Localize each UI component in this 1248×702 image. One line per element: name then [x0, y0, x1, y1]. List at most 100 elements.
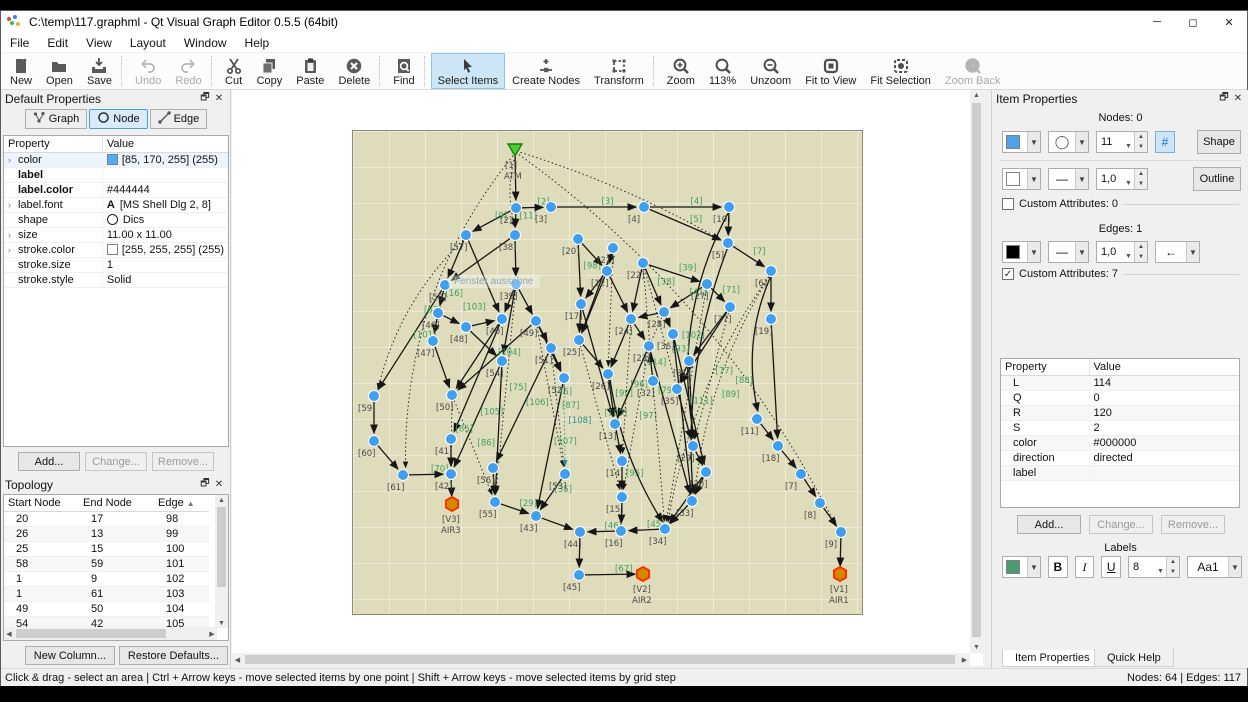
restore-defaults-button[interactable]: Restore Defaults...: [119, 646, 228, 665]
menu-layout[interactable]: Layout: [121, 34, 175, 52]
graph-node-49[interactable]: [49]: [520, 316, 542, 340]
underline-button[interactable]: U: [1101, 556, 1121, 578]
shape-button[interactable]: Shape: [1197, 130, 1241, 154]
graph-node-14[interactable]: [14]: [606, 456, 628, 480]
graph-node-19[interactable]: [19]: [755, 314, 777, 338]
graph-edge-8-9[interactable]: [824, 508, 837, 526]
attr-row-S[interactable]: S2: [1001, 421, 1239, 436]
tab-graph[interactable]: Graph: [25, 109, 88, 129]
graph-edge-28-24[interactable]: [639, 313, 658, 317]
canvas-horizontal-scrollbar[interactable]: ◀ ▶: [232, 653, 970, 666]
close-button[interactable]: ✕: [1211, 11, 1247, 33]
add-button[interactable]: Add...: [18, 452, 80, 471]
topology-vertical-scrollbar[interactable]: ▲ ▼: [215, 495, 228, 628]
graph-edge-9-V1[interactable]: [840, 538, 841, 566]
graph-edge-39-49[interactable]: [519, 289, 532, 314]
tab-node[interactable]: Node: [89, 109, 147, 129]
label-size-spinner[interactable]: 8▼▲▼: [1128, 556, 1180, 578]
graph-node-15[interactable]: [15]: [606, 492, 628, 516]
attr-row-direction[interactable]: directiondirected: [1001, 451, 1239, 466]
topology-row[interactable]: 19102: [4, 572, 209, 587]
topology-row[interactable]: 5859101: [4, 557, 209, 572]
graph-edge-57-59[interactable]: [378, 240, 463, 389]
graph-edge-43-44[interactable]: [542, 518, 573, 529]
label-color-dropdown[interactable]: ▼: [1002, 556, 1041, 578]
add-button[interactable]: Add...: [1017, 515, 1081, 534]
remove-button[interactable]: Remove...: [1161, 515, 1225, 534]
tab-quick-help[interactable]: Quick Help: [1094, 649, 1174, 667]
graph-node-41[interactable]: [41]: [435, 434, 457, 458]
graph-sheet[interactable]: [2][3][4][5][7][9][11][16][104][105][106…: [352, 130, 863, 615]
change-button[interactable]: Change...: [1089, 515, 1153, 534]
toolbar-button-redo[interactable]: Redo: [168, 53, 208, 89]
dock-close-icon[interactable]: ✕: [1231, 93, 1245, 105]
graph-edge-48-40[interactable]: [472, 321, 494, 326]
graph-node-55[interactable]: [55]: [479, 497, 501, 521]
graph-edge-54-55[interactable]: [495, 367, 501, 494]
edge-custom-attributes-checkbox[interactable]: ✓: [1002, 268, 1014, 280]
graph-edge-19-18[interactable]: [771, 325, 777, 438]
graph-edge-60-61[interactable]: [378, 446, 398, 469]
toolbar-button-new[interactable]: New: [3, 53, 39, 89]
menu-help[interactable]: Help: [236, 34, 279, 52]
menu-file[interactable]: File: [1, 34, 38, 52]
toolbar-button-unzoom[interactable]: Unzoom: [743, 53, 798, 89]
graph-node-59[interactable]: [59]: [358, 391, 380, 415]
graph-node-43[interactable]: [43]: [520, 511, 542, 535]
label-style-dropdown[interactable]: Aa1▼: [1187, 556, 1242, 578]
outline-button[interactable]: Outline: [1193, 167, 1241, 191]
toolbar-button-find[interactable]: Find: [386, 53, 421, 89]
canvas-vertical-scrollbar[interactable]: ▲ ▼: [970, 90, 983, 653]
toolbar-button-zoom-back[interactable]: Zoom Back: [938, 53, 1008, 89]
topology-horizontal-scrollbar[interactable]: ◀ ▶: [4, 627, 217, 640]
node-size-lock-toggle[interactable]: #: [1155, 131, 1175, 153]
edge-style-dropdown[interactable]: —▼: [1048, 241, 1089, 263]
bold-button[interactable]: B: [1048, 556, 1068, 578]
topology-row[interactable]: 201798: [4, 512, 209, 527]
graph-node-V3[interactable]: AIR3[V3]: [441, 497, 461, 536]
toolbar-button-113-[interactable]: 113%: [702, 53, 743, 89]
graph-node-20[interactable]: [20]: [562, 234, 584, 258]
edge-width-spinner[interactable]: 1,0▼▲▼: [1096, 241, 1148, 263]
toolbar-button-open[interactable]: Open: [39, 53, 80, 89]
menu-view[interactable]: View: [77, 34, 121, 52]
new-column-button[interactable]: New Column...: [25, 646, 115, 665]
remove-button[interactable]: Remove...: [152, 452, 214, 471]
topology-row[interactable]: 261399: [4, 527, 209, 542]
graph-node-V2[interactable]: AIR2[V2]: [632, 567, 652, 606]
edge-direction-dropdown[interactable]: ←▼: [1155, 241, 1200, 263]
toolbar-button-fit-selection[interactable]: Fit Selection: [863, 53, 938, 89]
graph-node-10[interactable]: [10]: [713, 202, 735, 226]
graph-edge-17-13[interactable]: [583, 310, 613, 417]
node-shape-dropdown[interactable]: ◯▼: [1048, 131, 1089, 153]
graph-node-1[interactable]: ATM[1]: [504, 144, 522, 182]
graph-node-8[interactable]: [8]: [804, 498, 826, 522]
graph-node-40[interactable]: [40]: [486, 314, 508, 338]
graph-node-45[interactable]: [45]: [563, 570, 585, 594]
menu-edit[interactable]: Edit: [38, 34, 77, 52]
graph-node-6[interactable]: [6]: [755, 266, 777, 290]
toolbar-button-copy[interactable]: Copy: [250, 53, 290, 89]
topology-row[interactable]: 161103: [4, 587, 209, 602]
property-row-shape[interactable]: shapeDics: [4, 213, 228, 228]
property-row-label.font[interactable]: ›label.fontA[MS Shell Dlg 2, 8]: [4, 198, 228, 213]
toolbar-button-paste[interactable]: Paste: [289, 53, 331, 89]
topology-row[interactable]: 4950104: [4, 602, 209, 617]
graph-edge-47-50[interactable]: [435, 347, 449, 388]
attr-row-label[interactable]: label: [1001, 466, 1239, 481]
graph-node-7[interactable]: [7]: [785, 469, 807, 493]
graph-node-29[interactable]: [29]: [677, 441, 699, 465]
property-row-size[interactable]: ›size11.00 x 11.00: [4, 228, 228, 243]
toolbar-button-save[interactable]: Save: [80, 53, 119, 89]
graph-node-11[interactable]: [11]: [741, 414, 763, 438]
toolbar-button-undo[interactable]: Undo: [128, 53, 168, 89]
graph-edge-28-36[interactable]: [666, 318, 670, 327]
dock-close-icon[interactable]: ✕: [212, 479, 226, 491]
toolbar-button-fit-to-view[interactable]: Fit to View: [798, 53, 863, 89]
graph-edge-4-5[interactable]: [650, 209, 721, 239]
graph-node-54[interactable]: [54]: [486, 356, 508, 380]
attr-row-color[interactable]: color#000000: [1001, 436, 1239, 451]
node-stroke-style-dropdown[interactable]: —▼: [1048, 168, 1089, 190]
property-row-color[interactable]: ›color[85, 170, 255] (255): [4, 153, 228, 168]
toolbar-button-delete[interactable]: Delete: [331, 53, 377, 89]
